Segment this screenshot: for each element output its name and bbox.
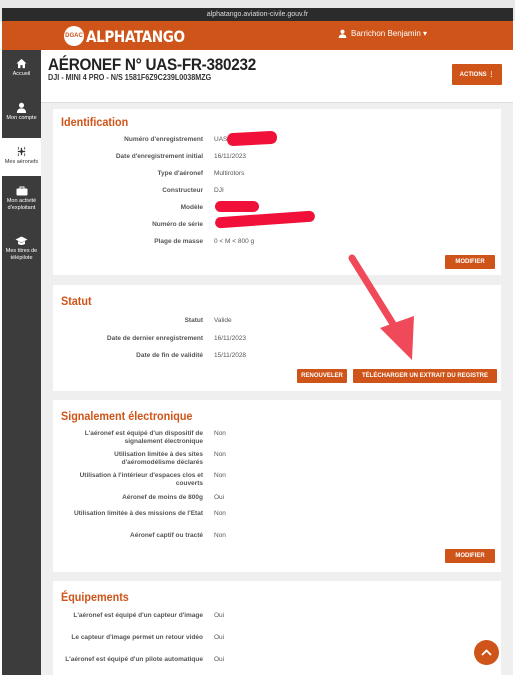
signalement-modify-button[interactable]: MODIFIER [445,549,495,563]
signalement-title: Signalement électronique [61,409,193,423]
row-label: L'aéronef est équipé d'un pilote automat… [65,656,203,663]
row-value: Non [214,472,226,479]
row-label: L'aéronef est équipé d'un capteur d'imag… [73,612,203,619]
renew-button[interactable]: RENOUVELER [297,369,347,383]
row-label: L'aéronef est équipé d'un dispositif de … [84,430,203,445]
row-label: Date de dernier enregistrement [106,335,203,342]
sidebar-item-mes-aeronefs[interactable]: Mes aéronefs [2,138,41,176]
sidebar-item-label: Mes aéronefs [4,159,39,165]
identification-card: Identification Numéro d'enregistrement UA… [53,109,501,275]
row-label: Numéro d'enregistrement [124,136,203,143]
row-value: Non [214,451,226,458]
row-label: Statut [184,317,203,324]
sidebar-item-accueil[interactable]: Accueil [2,58,41,90]
sidebar-item-label: Mes titres de télépilote [5,248,38,261]
row-value: Non [214,510,226,517]
scroll-to-top-button[interactable] [474,640,499,665]
signalement-card: Signalement électronique L'aéronef est é… [53,400,501,572]
row-value: 16/11/2023 [214,335,247,342]
row-value: Oui [214,612,225,619]
annotation-arrow-icon [348,254,414,360]
briefcase-icon [16,186,27,196]
row-value: Oui [214,494,225,501]
app-logo[interactable]: DGAC ALPHATANGO [64,25,202,47]
page-header: AÉRONEF N° UAS-FR-380232 DJI - MINI 4 PR… [41,50,513,103]
browser-url[interactable]: alphatango.aviation-civile.gouv.fr [2,8,513,21]
row-label: Utilisation limitée à des missions de l'… [73,510,203,517]
sidebar: Accueil Mon compte Mes aéronefs Mon acti… [2,50,41,675]
actions-button[interactable]: ACTIONS ⋮ [452,64,502,85]
identification-modify-button[interactable]: MODIFIER [445,255,495,269]
redaction-mark [215,201,259,212]
app-logo-text: ALPHATANGO [86,26,185,46]
graduation-cap-icon [15,236,28,245]
user-icon [16,102,27,113]
row-label: Date de fin de validité [136,352,203,359]
row-value: Multirotors [214,170,245,177]
user-name: Barrichon Benjamin ▾ [351,29,428,38]
equipements-card: Équipements L'aéronef est équipé d'un ca… [53,581,501,675]
page-title: AÉRONEF N° UAS-FR-380232 [48,55,256,74]
sidebar-item-titres-telepilote[interactable]: Mes titres de télépilote [2,236,41,270]
statut-title: Statut [61,294,92,308]
row-label: Modèle [180,204,203,211]
row-label: Utilisation limitée à des sites d'aéromo… [114,451,203,466]
sidebar-item-label: Accueil [12,71,31,77]
user-menu-button[interactable]: Barrichon Benjamin ▾ [338,29,427,38]
redaction-mark [226,130,278,147]
app-header: DGAC ALPHATANGO Barrichon Benjamin ▾ [2,21,513,50]
row-value: Valide [214,317,232,324]
row-label: Constructeur [162,187,203,194]
drone-icon [17,146,26,157]
home-icon [16,58,27,69]
sidebar-item-label: Mon activité d'exploitant [6,198,37,211]
user-icon [338,29,347,38]
equipements-title: Équipements [61,590,129,604]
chevron-up-icon [481,649,492,656]
row-label: Utilisation à l'intérieur d'espaces clos… [79,472,203,487]
row-value: DJI [214,187,224,194]
dgac-logo-icon: DGAC [64,26,84,46]
row-label: Aéronef de moins de 800g [122,494,203,501]
row-label: Le capteur d'image permet un retour vidé… [71,634,203,641]
page-subtitle: DJI - MINI 4 PRO - N/S 1581F6Z9C239L0038… [48,73,212,82]
row-label: Plage de masse [154,238,203,245]
row-value: Oui [214,656,225,663]
row-value: 16/11/2023 [214,153,247,160]
row-value: 15/11/2028 [214,352,247,359]
row-value: Non [214,532,226,539]
row-label: Aéronef captif ou tracté [130,532,203,539]
row-value: Non [214,430,226,437]
sidebar-item-activite-exploitant[interactable]: Mon activité d'exploitant [2,186,41,226]
row-label: Type d'aéronef [157,170,204,177]
redaction-mark [214,210,316,229]
app-window: alphatango.aviation-civile.gouv.fr DGAC … [0,0,515,675]
row-label: Date d'enregistrement initial [115,153,203,160]
row-label: Numéro de série [152,221,203,228]
identification-title: Identification [61,115,129,129]
main-content: AÉRONEF N° UAS-FR-380232 DJI - MINI 4 PR… [41,50,513,675]
row-value: Oui [214,634,225,641]
row-value: 0 < M < 800 g [214,238,255,245]
sidebar-item-label: Mon compte [6,115,37,121]
sidebar-item-mon-compte[interactable]: Mon compte [2,102,41,132]
